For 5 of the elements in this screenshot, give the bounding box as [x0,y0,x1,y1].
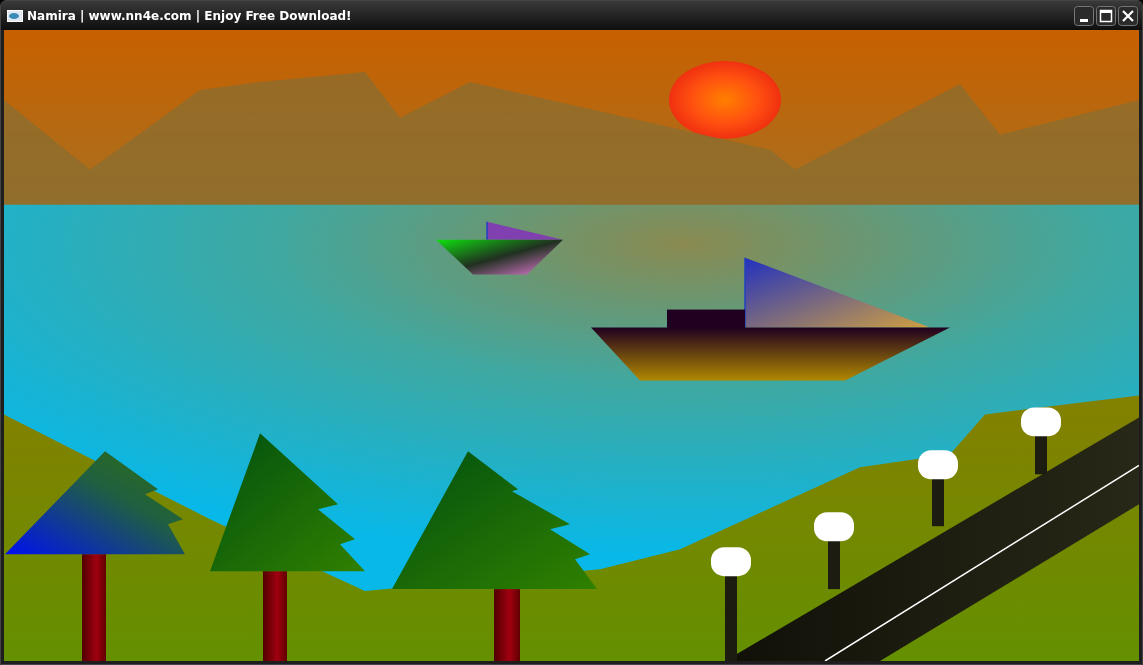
maximize-icon[interactable] [1096,5,1116,26]
minimize-icon[interactable] [1074,5,1094,26]
app-icon [7,9,23,22]
window-title: Namira | www.nn4e.com | Enjoy Free Download! [27,8,352,23]
close-icon[interactable] [1118,5,1138,26]
